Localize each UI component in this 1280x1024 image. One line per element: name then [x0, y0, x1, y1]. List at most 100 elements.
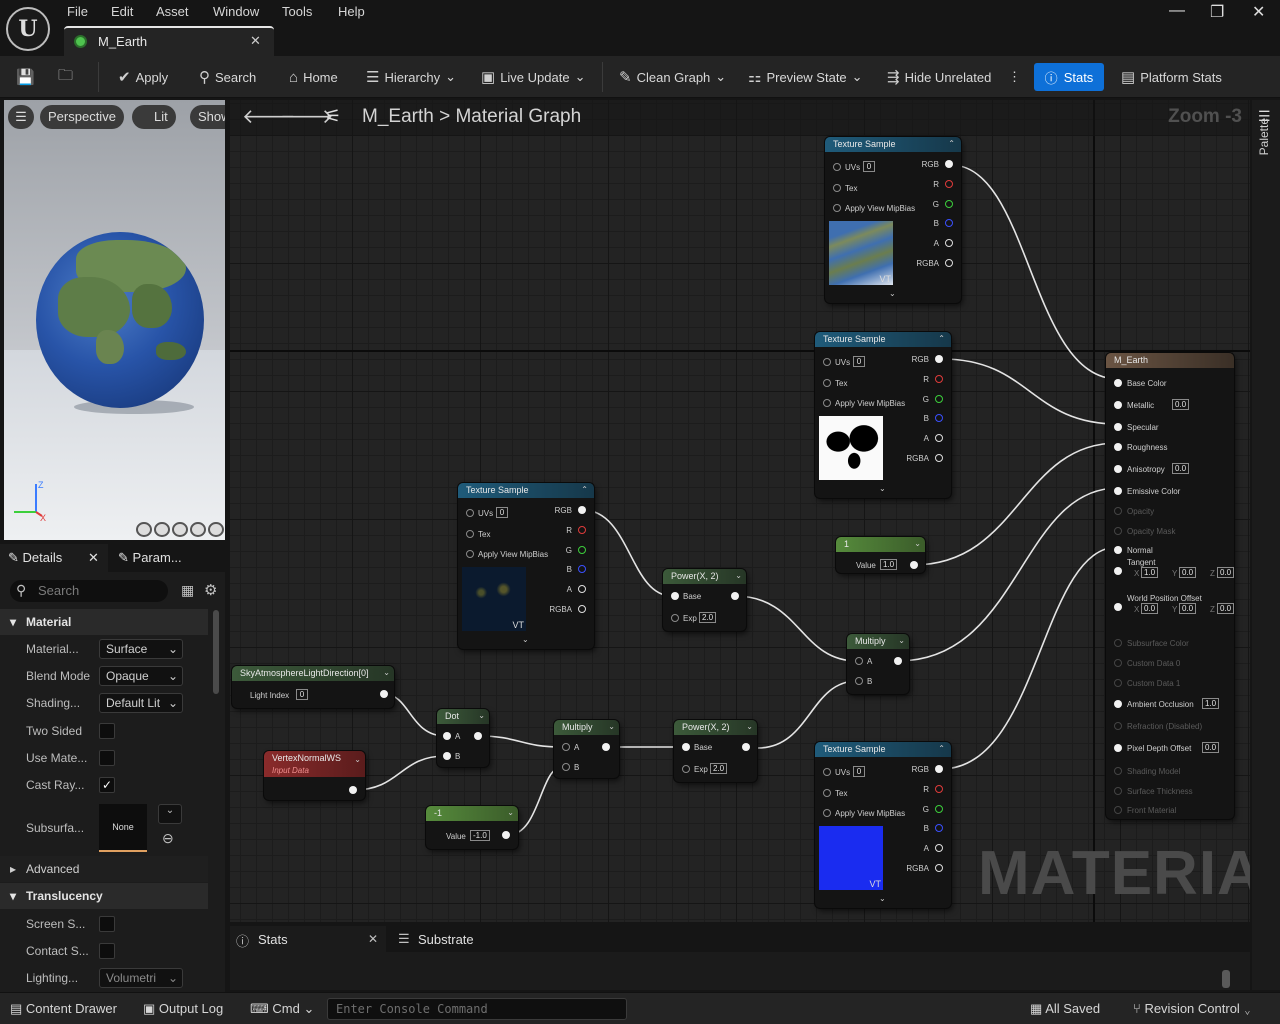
chevron-up-icon[interactable]: ⌃ [938, 334, 945, 343]
input-pin-exp[interactable] [671, 614, 679, 622]
output-log-button[interactable]: ▣ Output Log [143, 1001, 223, 1017]
viewport-menu-icon[interactable]: ☰ [8, 105, 34, 129]
details-search-input[interactable]: Search [10, 580, 168, 602]
output-pin-g[interactable] [945, 200, 953, 208]
input-pin[interactable] [1114, 722, 1122, 730]
menu-file[interactable]: File [67, 4, 88, 22]
tab-details[interactable]: ✎ Details ✕ [0, 544, 108, 572]
chevron-down-icon[interactable]: ⌄ [507, 808, 514, 817]
output-pin-a[interactable] [935, 434, 943, 442]
output-pin[interactable] [910, 561, 918, 569]
input-pin-b[interactable] [855, 677, 863, 685]
input-pin[interactable] [1114, 679, 1122, 687]
menu-tools[interactable]: Tools [282, 4, 312, 22]
input-pin[interactable] [1114, 379, 1122, 387]
output-pin-a[interactable] [578, 585, 586, 593]
minimize-icon[interactable]: — [1169, 2, 1185, 20]
menu-asset[interactable]: Asset [156, 4, 189, 22]
screen-space-checkbox[interactable] [99, 916, 115, 932]
texture-sample-node[interactable]: Texture Sample ⌃ UVs 0 Tex Apply View Mi… [815, 332, 951, 498]
chevron-down-icon[interactable]: ⌄ [746, 722, 753, 731]
output-pin-rgba[interactable] [945, 259, 953, 267]
output-pin-rgb[interactable] [945, 160, 953, 168]
result-value-field[interactable]: 1.0 [1202, 698, 1220, 709]
search-button[interactable]: ⚲ Search [199, 66, 256, 88]
tab-parameters[interactable]: ✎ Param... [118, 544, 182, 572]
output-pin-rgb[interactable] [935, 765, 943, 773]
input-pin-base[interactable] [671, 592, 679, 600]
chevron-down-icon[interactable]: ⌄ [383, 668, 390, 677]
browse-icon[interactable]: 🗀 [58, 66, 73, 88]
clean-graph-button[interactable]: ✎ Clean Graph ⌄ [619, 66, 726, 88]
input-pin-mip-bias[interactable] [466, 550, 474, 558]
input-pin-uvs[interactable] [823, 358, 831, 366]
section-material[interactable]: ▾ Material [0, 609, 208, 635]
input-pin-exp[interactable] [682, 765, 690, 773]
input-pin[interactable] [1114, 806, 1122, 814]
result-value-field[interactable]: 0.0 [1172, 463, 1190, 474]
chevron-down-icon[interactable]: ⌄ [735, 571, 742, 580]
dot-product-node[interactable]: Dot ⌄ A B [437, 709, 489, 767]
input-pin-mip-bias[interactable] [823, 809, 831, 817]
input-pin-b[interactable] [443, 752, 451, 760]
table-view-icon[interactable]: ▦ [181, 582, 194, 599]
input-pin-a[interactable] [562, 743, 570, 751]
use-selected-icon[interactable]: ⊖ [162, 830, 174, 847]
power-node[interactable]: Power(X, 2) ⌄ Base Exp 2.0 [674, 720, 757, 782]
chevron-down-icon[interactable]: ⌄ [879, 894, 886, 903]
output-pin[interactable] [380, 690, 388, 698]
input-pin-uvs[interactable] [823, 768, 831, 776]
input-pin[interactable] [1114, 659, 1122, 667]
palette-tab[interactable]: Palette [1257, 118, 1271, 155]
output-pin[interactable] [474, 732, 482, 740]
output-pin-rgb[interactable] [935, 355, 943, 363]
more-options-icon[interactable]: ⋮ [1008, 66, 1021, 88]
cube-icon[interactable] [190, 522, 206, 537]
section-advanced[interactable]: ▸ Advanced [0, 856, 208, 882]
chevron-up-icon[interactable]: ⌃ [581, 485, 588, 494]
section-translucency[interactable]: ▾ Translucency [0, 883, 208, 909]
input-pin-uvs[interactable] [833, 163, 841, 171]
input-pin-base[interactable] [682, 743, 690, 751]
texture-sample-node[interactable]: Texture Sample ⌃ UVs 0 Tex Apply View Mi… [815, 742, 951, 908]
output-pin-rgba[interactable] [935, 864, 943, 872]
input-pin-uvs[interactable] [466, 509, 474, 517]
cylinder-icon[interactable] [136, 522, 152, 537]
all-saved-button[interactable]: ▦ All Saved [1030, 1001, 1100, 1017]
output-pin-g[interactable] [578, 546, 586, 554]
cmd-dropdown[interactable]: ⌨ Cmd ⌄ [250, 1001, 314, 1017]
chevron-down-icon[interactable]: ⌄ [898, 636, 905, 645]
platform-stats-button[interactable]: ▤ Platform Stats [1121, 66, 1222, 88]
vector-component-field[interactable]: 0.0 [1217, 567, 1235, 578]
result-value-field[interactable]: 0.0 [1202, 742, 1220, 753]
output-pin-r[interactable] [578, 526, 586, 534]
input-pin-tex[interactable] [823, 379, 831, 387]
chevron-down-icon[interactable]: ⌄ [889, 289, 896, 298]
menu-window[interactable]: Window [213, 4, 259, 22]
output-pin-g[interactable] [935, 395, 943, 403]
input-pin[interactable] [1114, 465, 1122, 473]
details-scrollbar[interactable] [213, 610, 219, 694]
input-pin[interactable] [1114, 423, 1122, 431]
power-node[interactable]: Power(X, 2) ⌄ Base Exp 2.0 [663, 569, 746, 631]
save-icon[interactable]: 💾 [16, 66, 35, 88]
exp-value-field[interactable]: 2.0 [699, 612, 717, 623]
cast-ray-checkbox[interactable]: ✓ [99, 777, 115, 793]
input-pin[interactable] [1114, 507, 1122, 515]
home-button[interactable]: ⌂ Home [289, 66, 338, 88]
close-tab-icon[interactable]: ✕ [250, 33, 261, 49]
breadcrumb-root[interactable]: M_Earth [362, 106, 434, 127]
chevron-down-icon[interactable]: ⌄ [478, 711, 485, 720]
chevron-up-icon[interactable]: ⌃ [948, 139, 955, 148]
close-tab-icon[interactable]: ✕ [368, 932, 378, 946]
input-pin-tex[interactable] [823, 789, 831, 797]
result-value-field[interactable]: 0.0 [1172, 399, 1190, 410]
input-pin[interactable] [1114, 401, 1122, 409]
menu-edit[interactable]: Edit [111, 4, 133, 22]
constant-node[interactable]: 1 ⌄ Value 1.0 [836, 537, 925, 573]
chevron-down-icon[interactable]: ⌄ [608, 722, 615, 731]
revision-control-button[interactable]: ⑂ Revision Control ⌄ [1133, 1001, 1251, 1016]
console-command-input[interactable]: Enter Console Command [327, 998, 627, 1020]
input-pin[interactable] [1114, 527, 1122, 535]
vertex-normal-ws-node[interactable]: VertexNormalWS Input Data ⌄ [264, 751, 365, 800]
